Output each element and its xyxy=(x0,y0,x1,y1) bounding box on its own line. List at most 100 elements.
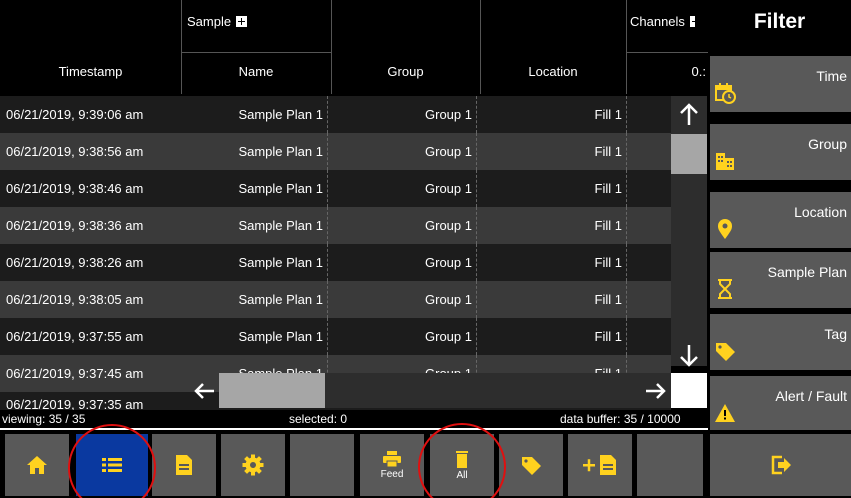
gear-icon xyxy=(242,454,264,476)
scroll-up-arrow-icon[interactable] xyxy=(671,98,707,132)
all-label: All xyxy=(456,469,468,481)
cell-divider xyxy=(327,244,328,281)
status-bar: viewing: 35 / 35 selected: 0 data buffer… xyxy=(0,410,708,428)
column-header-location[interactable]: Location xyxy=(480,50,626,92)
cell-divider xyxy=(327,170,328,207)
warning-icon xyxy=(715,404,735,422)
cell-location: Fill 1 xyxy=(594,255,622,270)
vertical-scroll-thumb[interactable] xyxy=(671,134,707,174)
document-icon xyxy=(176,455,192,475)
cell-group: Group 1 xyxy=(425,292,472,307)
cell-divider xyxy=(626,244,627,281)
scroll-down-arrow-icon[interactable] xyxy=(671,338,707,372)
cell-name: Sample Plan 1 xyxy=(238,144,323,159)
column-header-channel-value[interactable]: 0.: xyxy=(626,50,708,92)
exit-button[interactable] xyxy=(710,434,851,496)
calendar-clock-icon xyxy=(715,83,736,104)
delete-all-button[interactable]: All xyxy=(430,434,494,496)
filter-panel: Filter Time Group Location Sample Plan T… xyxy=(708,0,851,498)
data-buffer-count: data buffer: 35 / 10000 xyxy=(560,412,681,426)
table-row[interactable]: 06/21/2019, 9:38:36 am Sample Plan 1 Gro… xyxy=(0,207,671,244)
channels-group-header-label: Channels xyxy=(630,14,685,29)
cell-divider xyxy=(327,133,328,170)
empty-toolbar-slot xyxy=(290,434,354,496)
table-row[interactable]: 06/21/2019, 9:38:26 am Sample Plan 1 Gro… xyxy=(0,244,671,281)
filter-group-label: Group xyxy=(808,136,847,152)
table-row[interactable]: 06/21/2019, 9:38:46 am Sample Plan 1 Gro… xyxy=(0,170,671,207)
table-body: 06/21/2019, 9:39:06 am Sample Plan 1 Gro… xyxy=(0,96,671,392)
cell-group: Group 1 xyxy=(425,218,472,233)
cell-divider xyxy=(327,281,328,318)
channels-group-header[interactable]: Channels xyxy=(626,0,708,52)
filter-location-button[interactable]: Location xyxy=(710,192,851,248)
filter-group-button[interactable]: Group xyxy=(710,124,851,180)
filter-alert-fault-label: Alert / Fault xyxy=(775,388,847,404)
empty-toolbar-slot xyxy=(637,434,703,496)
cell-divider xyxy=(626,281,627,318)
document-button[interactable] xyxy=(152,434,216,496)
filter-time-button[interactable]: Time xyxy=(710,56,851,112)
column-header-timestamp[interactable]: Timestamp xyxy=(0,50,181,92)
cell-name: Sample Plan 1 xyxy=(238,255,323,270)
cell-divider xyxy=(626,133,627,170)
home-button[interactable] xyxy=(5,434,69,496)
selected-count: selected: 0 xyxy=(289,412,348,426)
cell-group: Group 1 xyxy=(425,144,472,159)
filter-alert-fault-button[interactable]: Alert / Fault xyxy=(710,376,851,432)
app-window: Sample Channels Timestamp Name Group Loc… xyxy=(0,0,851,498)
cell-timestamp: 06/21/2019, 9:37:55 am xyxy=(6,329,144,344)
column-header-name[interactable]: Name xyxy=(181,50,331,92)
home-icon xyxy=(27,456,47,474)
cell-timestamp: 06/21/2019, 9:38:26 am xyxy=(6,255,144,270)
header-underline xyxy=(626,52,708,53)
cell-timestamp: 06/21/2019, 9:37:45 am xyxy=(6,366,144,381)
sample-group-header[interactable]: Sample xyxy=(181,0,331,52)
data-table: Sample Channels Timestamp Name Group Loc… xyxy=(0,0,708,428)
column-header-group-label: Group xyxy=(387,63,424,79)
cell-divider xyxy=(327,318,328,355)
cell-name: Sample Plan 1 xyxy=(238,218,323,233)
cell-name: Sample Plan 1 xyxy=(238,181,323,196)
cell-divider xyxy=(626,170,627,207)
trash-icon xyxy=(456,450,468,468)
list-icon xyxy=(102,458,122,472)
filter-title: Filter xyxy=(753,10,806,33)
cell-location: Fill 1 xyxy=(594,329,622,344)
map-pin-icon xyxy=(718,219,732,239)
tag-icon xyxy=(522,457,541,475)
table-row[interactable]: 06/21/2019, 9:38:56 am Sample Plan 1 Gro… xyxy=(0,133,671,170)
table-row[interactable]: 06/21/2019, 9:37:55 am Sample Plan 1 Gro… xyxy=(0,318,671,355)
settings-button[interactable] xyxy=(221,434,285,496)
building-icon xyxy=(716,153,734,170)
expand-channels-icon[interactable] xyxy=(689,16,699,27)
filter-tag-button[interactable]: Tag xyxy=(710,314,851,370)
cell-location: Fill 1 xyxy=(594,292,622,307)
header-divider xyxy=(480,0,481,94)
cell-divider xyxy=(476,281,477,318)
add-document-button[interactable] xyxy=(568,434,632,496)
viewing-count: viewing: 35 / 35 xyxy=(2,412,86,426)
exit-icon xyxy=(771,455,791,475)
printer-icon xyxy=(383,450,401,467)
column-header-timestamp-label: Timestamp xyxy=(58,63,123,79)
list-view-button[interactable] xyxy=(76,434,148,496)
cell-group: Group 1 xyxy=(425,329,472,344)
print-feed-button[interactable]: Feed xyxy=(360,434,424,496)
cell-group: Group 1 xyxy=(425,107,472,122)
cell-timestamp: 06/21/2019, 9:38:56 am xyxy=(6,144,144,159)
header-divider xyxy=(331,0,332,94)
cell-timestamp: 06/21/2019, 9:37:35 am xyxy=(6,397,144,410)
expand-sample-icon[interactable] xyxy=(236,16,248,27)
cell-divider xyxy=(476,96,477,133)
cell-divider xyxy=(476,133,477,170)
column-header-group[interactable]: Group xyxy=(331,50,480,92)
cell-divider xyxy=(476,207,477,244)
table-row[interactable]: 06/21/2019, 9:39:06 am Sample Plan 1 Gro… xyxy=(0,96,671,133)
horizontal-scroll-thumb[interactable] xyxy=(219,373,325,408)
table-row[interactable]: 06/21/2019, 9:38:05 am Sample Plan 1 Gro… xyxy=(0,281,671,318)
scroll-left-arrow-icon[interactable] xyxy=(190,375,220,407)
scroll-right-arrow-icon[interactable] xyxy=(640,375,670,407)
filter-sample-plan-button[interactable]: Sample Plan xyxy=(710,252,851,308)
cell-timestamp: 06/21/2019, 9:38:05 am xyxy=(6,292,144,307)
tag-button[interactable] xyxy=(499,434,563,496)
